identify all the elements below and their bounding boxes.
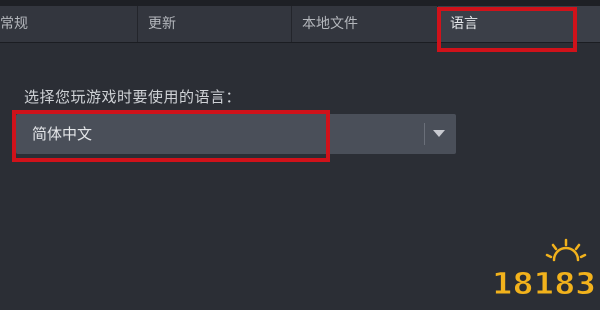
watermark-text: 18183 bbox=[494, 267, 594, 302]
tab-bar: 常规 更新 本地文件 语言 bbox=[0, 6, 600, 43]
tab-updates[interactable]: 更新 bbox=[138, 6, 292, 42]
language-dropdown-value: 简体中文 bbox=[32, 125, 93, 143]
dropdown-divider bbox=[424, 123, 425, 145]
chevron-down-icon[interactable] bbox=[433, 130, 445, 137]
language-dropdown[interactable]: 简体中文 bbox=[16, 114, 456, 154]
watermark-logo: 18183 bbox=[494, 238, 594, 303]
sun-icon bbox=[545, 238, 587, 262]
tab-language[interactable]: 语言 bbox=[438, 6, 600, 42]
tab-general[interactable]: 常规 bbox=[0, 6, 138, 42]
language-prompt-label: 选择您玩游戏时要使用的语言： bbox=[24, 88, 242, 106]
tab-local-files[interactable]: 本地文件 bbox=[292, 6, 438, 42]
